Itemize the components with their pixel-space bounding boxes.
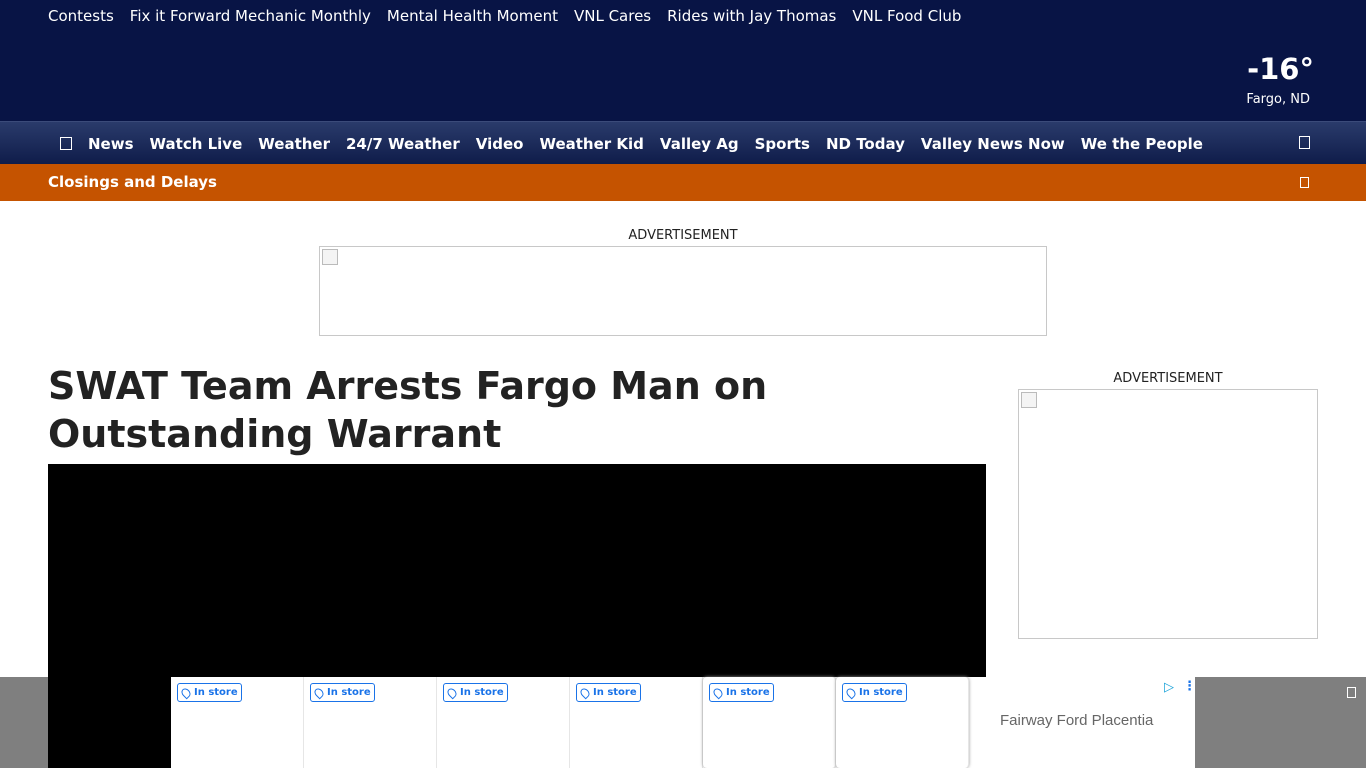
product-cards: In store In store In store In store In s… xyxy=(171,677,969,768)
nav-item-sports[interactable]: Sports xyxy=(755,135,810,153)
location-pin-icon xyxy=(179,686,193,699)
top-header: Contests Fix it Forward Mechanic Monthly… xyxy=(0,0,1366,121)
broken-image-icon xyxy=(322,249,338,265)
top-links: Contests Fix it Forward Mechanic Monthly… xyxy=(48,7,961,25)
product-card[interactable]: In store xyxy=(437,677,570,768)
location-pin-icon xyxy=(578,686,592,699)
ad-box-side[interactable] xyxy=(1018,389,1318,639)
main-nav: News Watch Live Weather 24/7 Weather Vid… xyxy=(0,121,1366,164)
nav-item-we-the-people[interactable]: We the People xyxy=(1081,135,1203,153)
top-link-vnl-cares[interactable]: VNL Cares xyxy=(574,7,651,25)
closings-bar[interactable]: Closings and Delays xyxy=(0,164,1366,201)
in-store-badge: In store xyxy=(842,683,907,702)
location-pin-icon xyxy=(711,686,725,699)
adchoices-icon[interactable]: ▷ xyxy=(1164,680,1174,695)
broken-image-icon xyxy=(1021,392,1037,408)
top-link-rides[interactable]: Rides with Jay Thomas xyxy=(667,7,836,25)
nav-item-nd-today[interactable]: ND Today xyxy=(826,135,905,153)
search-icon[interactable] xyxy=(1299,136,1310,149)
sticky-bottom-ad[interactable]: In store In store In store In store In s… xyxy=(171,677,1196,768)
top-link-contests[interactable]: Contests xyxy=(48,7,114,25)
advertiser-name[interactable]: Fairway Ford Placentia xyxy=(1000,712,1153,729)
nav-item-valley-ag[interactable]: Valley Ag xyxy=(660,135,739,153)
top-link-fix-it-forward[interactable]: Fix it Forward Mechanic Monthly xyxy=(130,7,371,25)
menu-icon[interactable] xyxy=(60,137,72,150)
ad-label-side: ADVERTISEMENT xyxy=(1113,371,1223,386)
weather-temperature: -16° xyxy=(1247,52,1314,86)
location-pin-icon xyxy=(445,686,459,699)
nav-item-watch-live[interactable]: Watch Live xyxy=(150,135,243,153)
in-store-badge: In store xyxy=(576,683,641,702)
ad-label-top: ADVERTISEMENT xyxy=(628,228,738,243)
top-link-mental-health[interactable]: Mental Health Moment xyxy=(387,7,558,25)
top-link-food-club[interactable]: VNL Food Club xyxy=(852,7,961,25)
closings-label: Closings and Delays xyxy=(48,173,217,191)
in-store-badge: In store xyxy=(177,683,242,702)
nav-item-weather-kid[interactable]: Weather Kid xyxy=(539,135,643,153)
in-store-badge: In store xyxy=(443,683,508,702)
product-card[interactable]: In store xyxy=(171,677,304,768)
article-headline: SWAT Team Arrests Fargo Man on Outstandi… xyxy=(48,364,768,456)
product-card[interactable]: In store xyxy=(836,677,969,768)
weather-widget[interactable]: -16° Fargo, ND xyxy=(1246,52,1314,107)
product-card[interactable]: In store xyxy=(703,677,836,768)
nav-item-valley-news-now[interactable]: Valley News Now xyxy=(921,135,1065,153)
video-player-lower xyxy=(48,677,171,768)
nav-item-video[interactable]: Video xyxy=(476,135,524,153)
in-store-badge: In store xyxy=(709,683,774,702)
product-card[interactable]: In store xyxy=(304,677,437,768)
weather-location: Fargo, ND xyxy=(1246,92,1310,107)
nav-item-weather[interactable]: Weather xyxy=(258,135,330,153)
ad-menu-icon[interactable]: ⋮ xyxy=(1183,679,1196,694)
nav-item-news[interactable]: News xyxy=(88,135,134,153)
in-store-badge: In store xyxy=(310,683,375,702)
product-card[interactable]: In store xyxy=(570,677,703,768)
location-pin-icon xyxy=(312,686,326,699)
ad-banner-top[interactable] xyxy=(319,246,1047,336)
close-ad-icon[interactable] xyxy=(1347,687,1356,698)
location-pin-icon xyxy=(844,686,858,699)
expand-icon[interactable] xyxy=(1300,177,1309,188)
nav-item-24-7-weather[interactable]: 24/7 Weather xyxy=(346,135,460,153)
